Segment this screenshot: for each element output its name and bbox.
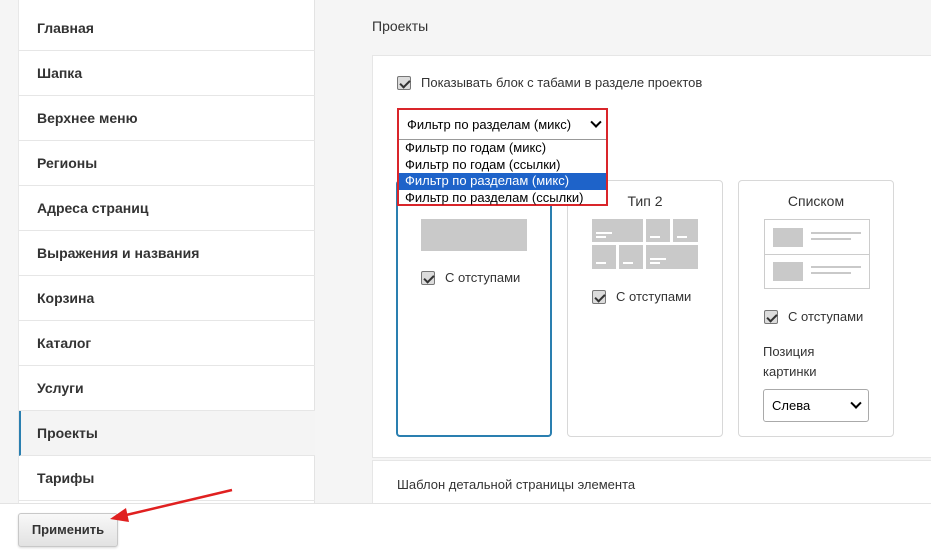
image-position-label: Позиция картинки <box>763 344 817 379</box>
show-tabs-checkbox[interactable] <box>397 75 411 90</box>
filter-select-dropdown[interactable]: Фильтр по разделам (микс) Фильтр по года… <box>397 108 608 206</box>
settings-page: Главная Шапка Верхнее меню Регионы Адрес… <box>0 0 931 558</box>
padding-option: С отступами <box>421 270 520 285</box>
filter-select[interactable]: Фильтр по разделам (микс) <box>399 110 606 140</box>
sidebar: Главная Шапка Верхнее меню Регионы Адрес… <box>18 0 315 503</box>
chevron-down-icon <box>850 397 862 409</box>
sidebar-item-catalog[interactable]: Каталог <box>19 321 315 366</box>
filter-select-value: Фильтр по разделам (микс) <box>407 117 572 132</box>
apply-button[interactable]: Применить <box>18 513 118 547</box>
padding-checkbox[interactable] <box>592 289 606 304</box>
sidebar-item-cart[interactable]: Корзина <box>19 276 315 321</box>
padding-option: С отступами <box>764 309 863 324</box>
image-position-select[interactable]: Слева <box>763 389 869 422</box>
sidebar-item-tariffs[interactable]: Тарифы <box>19 456 315 501</box>
padding-option: С отступами <box>592 289 691 304</box>
view-type-card-2[interactable]: Тип 2 С отступами <box>567 180 723 437</box>
sidebar-item-header[interactable]: Шапка <box>19 51 315 96</box>
detail-template-label: Шаблон детальной страницы элемента <box>397 477 636 492</box>
sidebar-item-services[interactable]: Услуги <box>19 366 315 411</box>
filter-option[interactable]: Фильтр по разделам (ссылки) <box>399 190 606 207</box>
sidebar-item-page-addresses[interactable]: Адреса страниц <box>19 186 315 231</box>
sidebar-item-regions[interactable]: Регионы <box>19 141 315 186</box>
padding-checkbox[interactable] <box>764 309 778 324</box>
view-type-card-1[interactable]: С отступами <box>396 180 552 437</box>
show-tabs-label: Показывать блок с табами в разделе проек… <box>421 75 703 90</box>
preview-image <box>421 219 527 251</box>
padding-label: С отступами <box>445 270 521 285</box>
sidebar-item-phrases[interactable]: Выражения и названия <box>19 231 315 276</box>
sidebar-item-projects[interactable]: Проекты <box>19 411 315 456</box>
section-title: Проекты <box>372 18 429 34</box>
padding-checkbox[interactable] <box>421 270 435 285</box>
padding-label: С отступами <box>788 309 864 324</box>
image-position-value: Слева <box>772 398 811 413</box>
sidebar-item-main[interactable]: Главная <box>19 6 315 51</box>
padding-label: С отступами <box>616 289 692 304</box>
card-title: Списком <box>787 193 845 209</box>
bottom-bar <box>0 503 931 558</box>
chevron-down-icon <box>590 116 602 128</box>
preview-list <box>764 219 870 289</box>
sidebar-item-top-menu[interactable]: Верхнее меню <box>19 96 315 141</box>
filter-option-selected[interactable]: Фильтр по разделам (микс) <box>399 173 606 190</box>
filter-option[interactable]: Фильтр по годам (микс) <box>399 140 606 157</box>
show-tabs-option: Показывать блок с табами в разделе проек… <box>397 75 702 90</box>
filter-option[interactable]: Фильтр по годам (ссылки) <box>399 157 606 174</box>
